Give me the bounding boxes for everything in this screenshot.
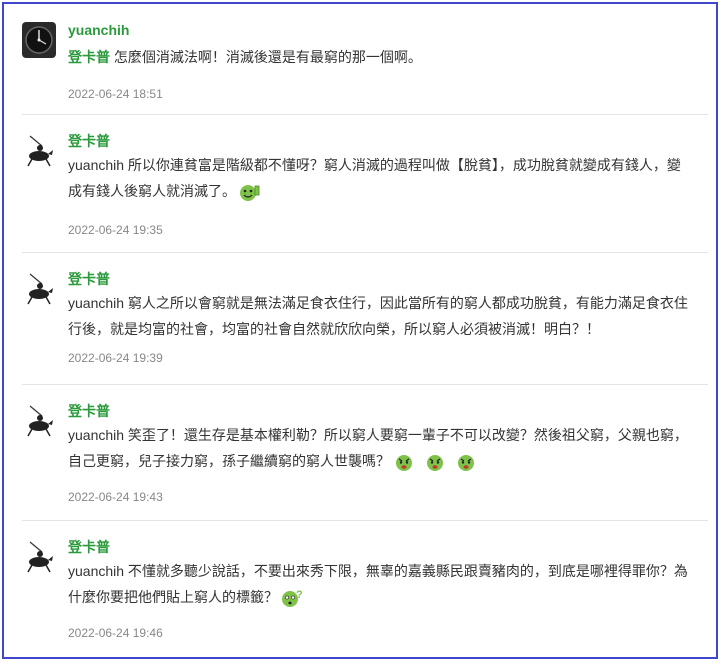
divider	[22, 520, 708, 521]
angry-emoticon	[427, 455, 443, 472]
mention-link[interactable]: 登卡普	[68, 49, 110, 65]
comment-item: 登卡普 yuanchih 不懂就多聽少說話，不要出來秀下限，無辜的嘉義縣民跟賣豬…	[22, 530, 708, 656]
mention-link[interactable]: yuanchih	[68, 427, 124, 443]
polo-rider-avatar[interactable]	[22, 538, 56, 574]
comment-author[interactable]: 登卡普	[68, 269, 110, 289]
watch-face-avatar[interactable]	[22, 22, 56, 58]
angry-emoticon	[458, 455, 474, 472]
comment-text: 笑歪了！還生存是基本權利勒？所以窮人要窮一輩子不可以改變？然後祖父窮，父親也窮，	[124, 427, 688, 443]
comment-timestamp: 2022-06-24 19:35	[68, 223, 163, 237]
comment-author[interactable]: 登卡普	[68, 131, 110, 151]
comment-text: 怎麼個消滅法啊！消滅後還是有最窮的那一個啊。	[110, 49, 422, 65]
polo-rider-avatar[interactable]	[22, 132, 56, 168]
mention-link[interactable]: yuanchih	[68, 157, 124, 173]
comment-timestamp: 2022-06-24 19:39	[68, 351, 163, 365]
comment-author[interactable]: 登卡普	[68, 537, 110, 557]
comment-timestamp: 2022-06-24 19:46	[68, 626, 163, 640]
question-emoticon: ?	[282, 589, 303, 608]
comment-body: yuanchih 窮人之所以會窮就是無法滿足食衣住行，因此當所有的窮人都成功脫貧…	[68, 290, 698, 342]
comment-author[interactable]: 登卡普	[68, 401, 110, 421]
divider	[22, 252, 708, 253]
comment-text: 不懂就多聽少說話，不要出來秀下限，無辜的嘉義縣民跟賣豬肉的，到底是哪裡得罪你？為	[124, 563, 688, 579]
polo-rider-avatar[interactable]	[22, 270, 56, 306]
comment-body: 登卡普 怎麼個消滅法啊！消滅後還是有最窮的那一個啊。	[68, 44, 698, 70]
comment-body: yuanchih 笑歪了！還生存是基本權利勒？所以窮人要窮一輩子不可以改變？然後…	[68, 422, 698, 474]
comment-timestamp: 2022-06-24 19:43	[68, 490, 163, 504]
comment-item: 登卡普 yuanchih 窮人之所以會窮就是無法滿足食衣住行，因此當所有的窮人都…	[22, 262, 708, 392]
mention-link[interactable]: yuanchih	[68, 295, 124, 311]
comment-item: 登卡普 yuanchih 所以你連貧富是階級都不懂呀？窮人消滅的過程叫做【脫貧】…	[22, 124, 708, 254]
divider	[22, 114, 708, 115]
comment-text: 自己更窮，兒子接力窮，孫子繼續窮的窮人世襲嗎？	[68, 453, 390, 469]
comment-text: 窮人之所以會窮就是無法滿足食衣住行，因此當所有的窮人都成功脫貧，有能力滿足食衣住	[124, 295, 688, 311]
polo-rider-avatar[interactable]	[22, 402, 56, 438]
comment-timestamp: 2022-06-24 18:51	[68, 87, 163, 101]
comment-text: 什麼你要把他們貼上窮人的標籤？	[68, 589, 278, 605]
divider	[22, 384, 708, 385]
mention-link[interactable]: yuanchih	[68, 563, 124, 579]
svg-text:?: ?	[296, 589, 303, 601]
comment-panel: yuanchih 登卡普 怎麼個消滅法啊！消滅後還是有最窮的那一個啊。 2022…	[2, 2, 718, 659]
comment-text: 行後，就是均富的社會，均富的社會自然就欣欣向榮，所以窮人必須被消滅！明白？！	[68, 321, 600, 337]
comment-text: 所以你連貧富是階級都不懂呀？窮人消滅的過程叫做【脫貧】，成功脫貧就變成有錢人，變	[124, 157, 681, 173]
comment-body: yuanchih 不懂就多聽少說話，不要出來秀下限，無辜的嘉義縣民跟賣豬肉的，到…	[68, 558, 698, 610]
comment-item: 登卡普 yuanchih 笑歪了！還生存是基本權利勒？所以窮人要窮一輩子不可以改…	[22, 394, 708, 524]
comment-item: yuanchih 登卡普 怎麼個消滅法啊！消滅後還是有最窮的那一個啊。 2022…	[22, 16, 708, 126]
comment-body: yuanchih 所以你連貧富是階級都不懂呀？窮人消滅的過程叫做【脫貧】，成功脫…	[68, 152, 698, 204]
comment-author[interactable]: yuanchih	[68, 22, 129, 38]
angry-emoticon	[396, 455, 412, 472]
comment-text: 成有錢人後窮人就消滅了。	[68, 183, 236, 199]
cheering-emoticon	[240, 185, 260, 202]
